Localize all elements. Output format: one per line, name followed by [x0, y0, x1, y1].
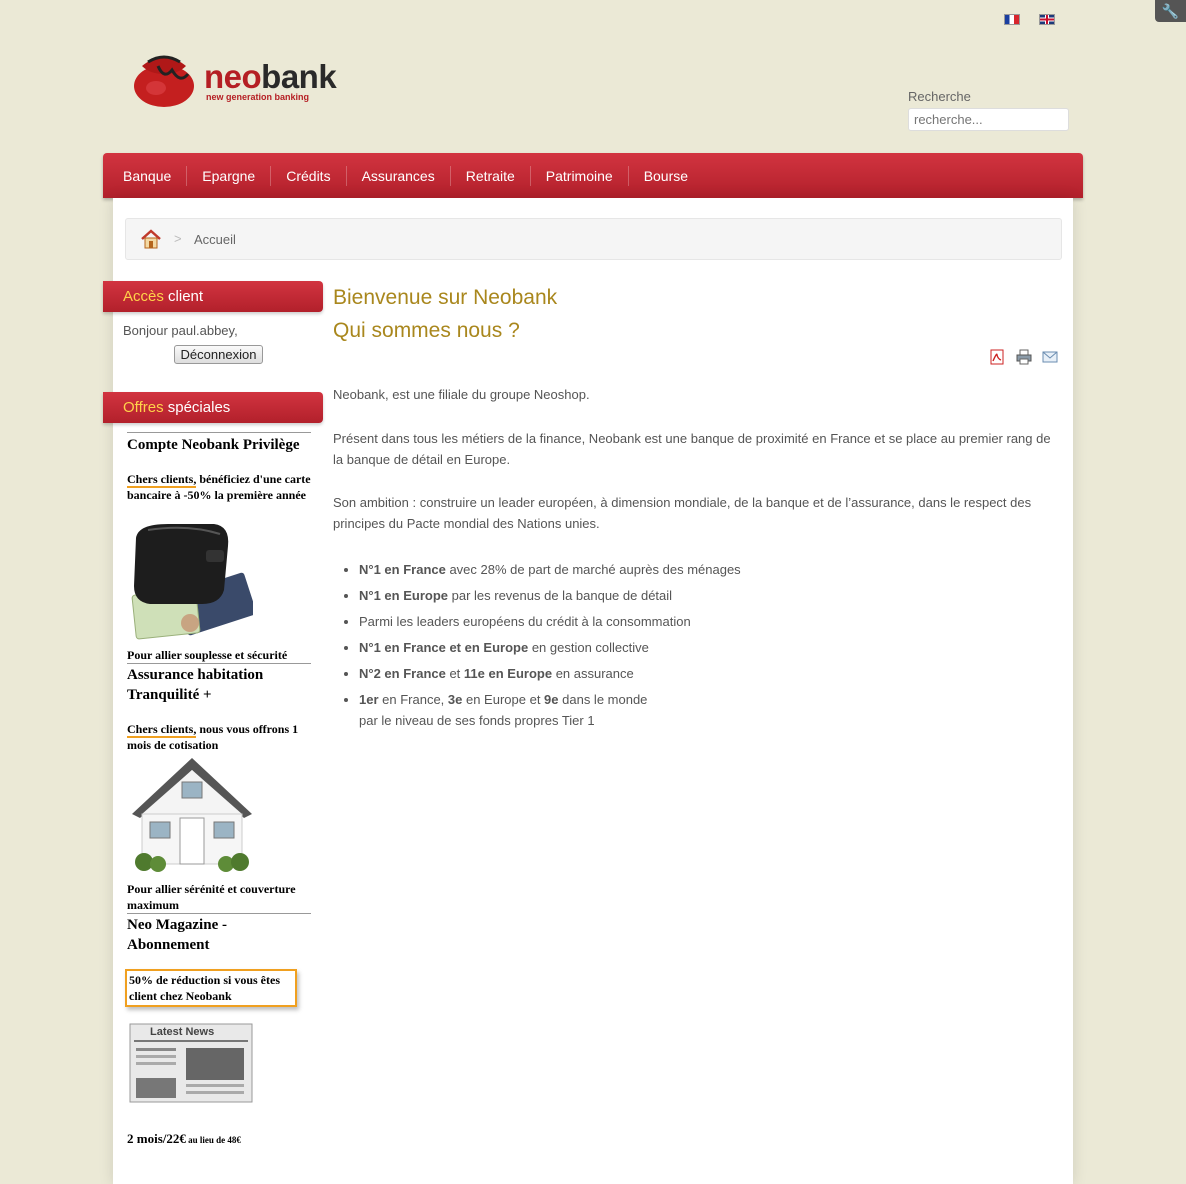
house-image[interactable] — [128, 756, 256, 874]
list-item-text: par le niveau de ses fonds propres Tier … — [359, 713, 595, 728]
list-item-text: dans le monde — [558, 692, 648, 707]
list-item-text: en assurance — [552, 666, 634, 681]
list-item-text: avec 28% de part de marché auprès des mé… — [445, 562, 741, 577]
logo-bank: bank — [261, 58, 337, 95]
search-label: Recherche — [908, 89, 971, 104]
list-item-strong: 9e — [544, 692, 559, 707]
offer-divider — [127, 913, 311, 914]
list-item-text: et — [445, 666, 464, 681]
pdf-icon[interactable] — [989, 349, 1005, 365]
client-access-title-rest: client — [163, 288, 204, 305]
ambition-paragraph: Son ambition : construire un leader euro… — [333, 495, 1032, 531]
list-item-strong: 3e — [447, 692, 463, 707]
fr-flag-icon[interactable] — [1004, 14, 1020, 25]
client-access-title-hl: Accès — [123, 288, 164, 305]
offer-divider — [127, 663, 311, 664]
special-offers-title-hl: Offres — [123, 399, 164, 416]
newspaper-image[interactable]: Latest News — [128, 1022, 254, 1104]
nav-item-retraite[interactable]: Retraite — [451, 165, 531, 186]
search-input[interactable] — [908, 108, 1069, 131]
logo-tagline: new generation banking — [206, 92, 310, 102]
list-item-text: Parmi les leaders européens du crédit à … — [359, 614, 691, 629]
email-icon[interactable] — [1042, 349, 1058, 365]
offer-title[interactable]: Compte Neobank Privilège — [127, 435, 299, 455]
list-item-strong: N°1 en France et en Europe — [359, 640, 529, 655]
offer-footer: Pour allier sérénité et couverture maxim… — [127, 882, 296, 912]
list-item: N°1 en France avec 28% de part de marché… — [359, 559, 741, 580]
offer-footer: Pour allier souplesse et sécurité — [127, 648, 288, 662]
special-offers-header: Offres spéciales — [103, 392, 323, 423]
offer-text: Chers clients, nous vous offrons 1 mois … — [127, 721, 312, 753]
intro-paragraph: Neobank, est une filiale du groupe Neosh… — [333, 387, 590, 402]
wrench-icon[interactable]: 🔧 — [1155, 0, 1186, 22]
breadcrumb-current: Accueil — [194, 232, 236, 247]
breadcrumb: > Accueil — [125, 218, 1062, 260]
list-item-strong: N°2 en France — [359, 666, 446, 681]
logo-neo: neo — [204, 58, 262, 95]
nav-item-patrimoine[interactable]: Patrimoine — [531, 165, 629, 186]
offer-price-value: 2 mois/22€ — [127, 1131, 186, 1146]
list-item-text: en Europe et — [462, 692, 545, 707]
list-item-text: en gestion collective — [528, 640, 649, 655]
list-item-strong: 11e en Europe — [463, 666, 553, 681]
logout-button[interactable]: Déconnexion — [174, 345, 263, 364]
list-item: N°1 en Europe par les revenus de la banq… — [359, 585, 741, 606]
nav-item-credits[interactable]: Crédits — [271, 165, 347, 186]
list-item-strong: N°1 en Europe — [359, 588, 448, 603]
main-nav: Banque Epargne Crédits Assurances Retrai… — [103, 153, 1083, 198]
client-access-header: Accès client — [103, 281, 323, 312]
greeting-text: Bonjour paul.abbey, — [123, 323, 238, 338]
nav-item-bourse[interactable]: Bourse — [629, 166, 703, 186]
page-subtitle: Qui sommes nous ? — [333, 319, 520, 342]
wallet-cards-image[interactable] — [128, 520, 257, 644]
list-item: 1er en France, 3e en Europe et 9e dans l… — [359, 689, 741, 731]
list-item: N°2 en France et 11e en Europe en assura… — [359, 663, 741, 684]
newspaper-headline: Latest News — [150, 1026, 215, 1038]
offer-text: Chers clients, bénéficiez d'une carte ba… — [127, 471, 312, 503]
logo-wordmark[interactable]: neobank — [204, 58, 337, 95]
offer-title[interactable]: Assurance habitation Tranquilité + — [127, 665, 307, 705]
print-icon[interactable] — [1016, 349, 1032, 365]
list-item-text: par les revenus de la banque de détail — [448, 588, 673, 603]
list-item: N°1 en France et en Europe en gestion co… — [359, 637, 741, 658]
offer-text-highlight: 50% de réduction si vous êtes client che… — [125, 969, 297, 1007]
page-title: Bienvenue sur Neobank — [333, 286, 558, 309]
key-figures-list: N°1 en France avec 28% de part de marché… — [359, 559, 741, 736]
nav-item-epargne[interactable]: Epargne — [187, 165, 272, 186]
list-item-strong: 1er — [359, 692, 379, 707]
list-item-text: en France, — [378, 692, 448, 707]
offer-title[interactable]: Neo Magazine - Abonnement — [127, 915, 307, 955]
presence-paragraph: Présent dans tous les métiers de la fina… — [333, 431, 1051, 467]
logo-bag-icon[interactable] — [128, 44, 198, 108]
special-offers-title-rest: spéciales — [163, 399, 231, 416]
offer-lead: Chers clients, — [127, 472, 197, 488]
offer-price-note: au lieu de 48€ — [185, 1135, 241, 1145]
offer-divider — [127, 432, 311, 433]
offer-price: 2 mois/22€ au lieu de 48€ — [127, 1131, 312, 1148]
home-icon[interactable] — [140, 229, 162, 249]
list-item-strong: N°1 en France — [359, 562, 446, 577]
list-item: Parmi les leaders européens du crédit à … — [359, 611, 741, 632]
offer-lead: Chers clients, — [127, 722, 197, 738]
nav-item-banque[interactable]: Banque — [108, 165, 188, 186]
breadcrumb-separator: > — [174, 231, 182, 246]
nav-item-assurances[interactable]: Assurances — [347, 165, 451, 186]
uk-flag-icon[interactable] — [1039, 14, 1055, 25]
